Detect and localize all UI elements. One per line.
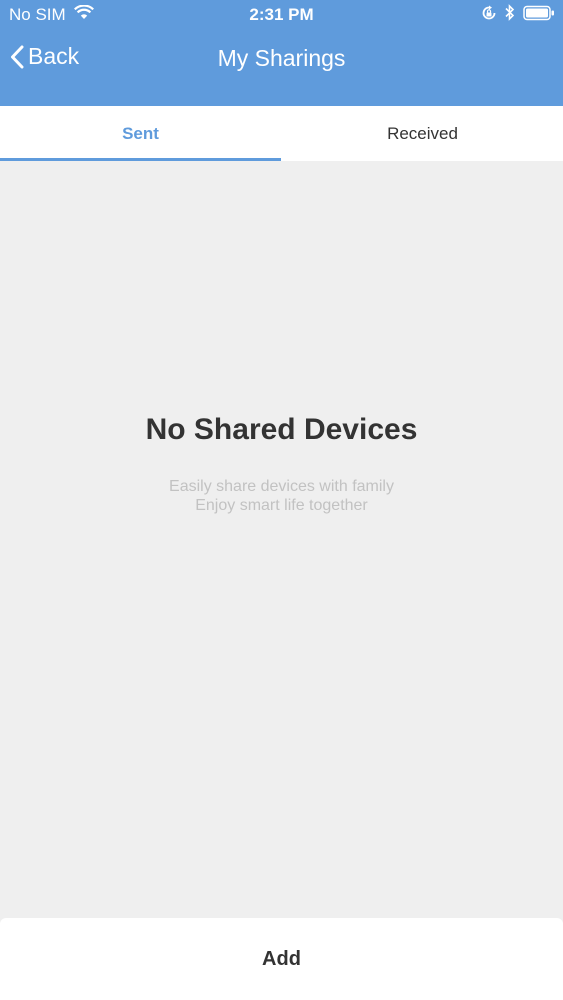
app-header: No SIM 2:31 PM Back My Sharings (0, 0, 563, 106)
empty-state-line-1: Easily share devices with family (169, 478, 394, 495)
status-bar: No SIM 2:31 PM (0, 0, 563, 30)
battery-icon (523, 5, 555, 21)
active-tab-indicator (0, 158, 281, 161)
empty-state-line-2: Enjoy smart life together (195, 497, 368, 514)
empty-state-title: No Shared Devices (145, 413, 418, 446)
add-button[interactable]: Add (0, 918, 563, 1000)
rotation-lock-icon (481, 5, 497, 21)
tab-bar: Sent Received (0, 106, 563, 161)
bluetooth-icon (505, 4, 515, 21)
status-right (473, 4, 555, 21)
tab-sent[interactable]: Sent (0, 106, 281, 161)
page-title: My Sharings (217, 45, 346, 71)
tab-received[interactable]: Received (282, 106, 563, 161)
nav-bar: Back My Sharings (0, 36, 563, 82)
